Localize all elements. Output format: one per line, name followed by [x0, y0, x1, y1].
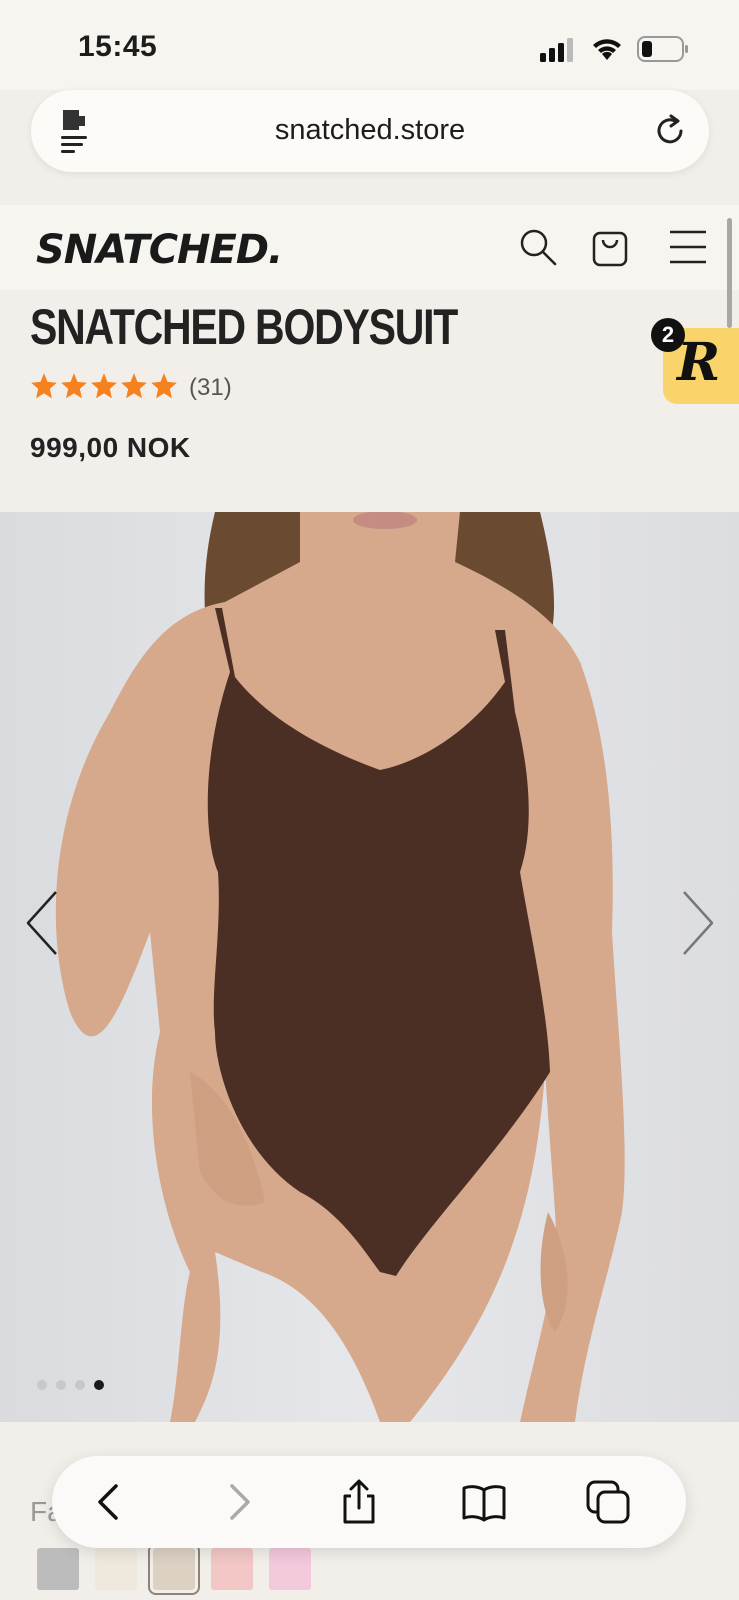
- back-icon[interactable]: [86, 1478, 134, 1526]
- site-header: SNATCHED.: [0, 205, 739, 290]
- scrollbar[interactable]: [727, 218, 732, 328]
- gallery-dot[interactable]: [75, 1380, 85, 1390]
- reviews-notification-count: 2: [651, 318, 685, 352]
- star-icon: [151, 373, 177, 399]
- bookmarks-icon[interactable]: [460, 1478, 508, 1526]
- color-swatch[interactable]: [95, 1548, 137, 1590]
- star-icon: [121, 373, 147, 399]
- url-text[interactable]: snatched.store: [31, 114, 709, 147]
- snatched-logo[interactable]: SNATCHED.: [34, 223, 314, 273]
- wifi-icon: [593, 39, 621, 60]
- address-bar[interactable]: snatched.store: [31, 90, 709, 172]
- forward-icon[interactable]: [214, 1478, 262, 1526]
- star-icon: [91, 373, 117, 399]
- color-swatch[interactable]: [37, 1548, 79, 1590]
- cart-icon[interactable]: [591, 225, 629, 267]
- product-title: SNATCHED BODYSUIT: [30, 299, 458, 355]
- gallery-pagination: [37, 1380, 104, 1390]
- review-count[interactable]: (31): [189, 374, 232, 402]
- battery-icon: [637, 36, 688, 62]
- gallery-dot[interactable]: [37, 1380, 47, 1390]
- product-price: 999,00 NOK: [30, 432, 191, 463]
- gallery-next-arrow-icon[interactable]: [678, 888, 718, 958]
- logo-text: SNATCHED.: [36, 227, 282, 273]
- cellular-signal-icon: [540, 38, 573, 62]
- search-icon[interactable]: [518, 227, 558, 267]
- color-swatch-selected[interactable]: [148, 1543, 200, 1595]
- clock: 15:45: [78, 30, 158, 63]
- tabs-icon[interactable]: [584, 1478, 632, 1526]
- gallery-dot-active[interactable]: [94, 1380, 104, 1390]
- star-rating[interactable]: [30, 372, 178, 404]
- gallery-prev-arrow-icon[interactable]: [22, 888, 62, 958]
- reload-icon[interactable]: [651, 112, 689, 150]
- star-icon: [31, 373, 57, 399]
- star-icon: [61, 373, 87, 399]
- status-bar: 15:45: [0, 0, 739, 90]
- color-swatch[interactable]: [211, 1548, 253, 1590]
- color-swatch[interactable]: [269, 1548, 311, 1590]
- product-photo: [55, 512, 625, 1422]
- product-image-gallery[interactable]: [0, 512, 739, 1422]
- browser-toolbar: [52, 1456, 686, 1548]
- gallery-dot[interactable]: [56, 1380, 66, 1390]
- share-icon[interactable]: [335, 1478, 383, 1526]
- color-swatches: [37, 1543, 311, 1595]
- menu-icon[interactable]: [668, 229, 708, 265]
